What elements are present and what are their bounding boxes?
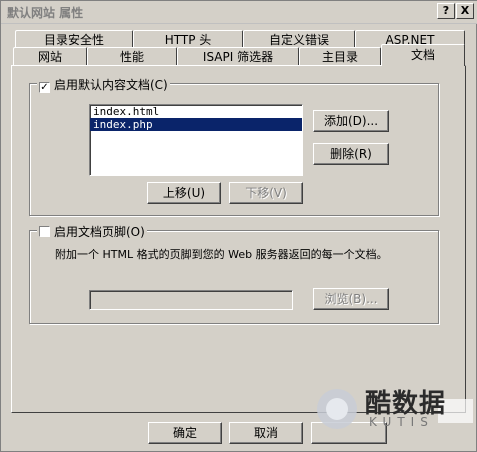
list-item[interactable]: index.html xyxy=(90,105,302,118)
tab-custom-errors[interactable]: 自定义错误 xyxy=(243,30,355,48)
tab-website[interactable]: 网站 xyxy=(13,47,87,65)
tab-isapi-filters[interactable]: ISAPI 筛选器 xyxy=(177,47,299,65)
footer-path-input[interactable] xyxy=(89,290,293,310)
footer-doc-checkbox[interactable] xyxy=(39,226,50,237)
default-doc-header: ✓ 启用默认内容文档(C) xyxy=(37,76,170,93)
default-doc-list[interactable]: index.html index.php xyxy=(89,104,303,176)
default-doc-label: 启用默认内容文档(C) xyxy=(54,78,168,92)
footer-doc-header: 启用文档页脚(O) xyxy=(37,223,147,240)
list-item-selected[interactable]: index.php xyxy=(90,118,302,131)
add-button[interactable]: 添加(D)... xyxy=(313,110,389,132)
window-title: 默认网站 属性 xyxy=(7,6,84,20)
title-bar: 默认网站 属性 ? X xyxy=(1,1,477,24)
tab-documents[interactable]: 文档 xyxy=(381,44,465,66)
remove-button[interactable]: 删除(R) xyxy=(313,143,389,165)
move-up-button[interactable]: 上移(U) xyxy=(147,182,221,204)
close-button[interactable]: X xyxy=(456,3,474,19)
footer-description: 附加一个 HTML 格式的页脚到您的 Web 服务器返回的每一个文档。 xyxy=(55,248,388,261)
watermark-logo: 酷数据 KUTIS xyxy=(313,379,473,437)
tab-home-directory[interactable]: 主目录 xyxy=(299,47,381,65)
default-doc-checkbox[interactable]: ✓ xyxy=(39,82,50,93)
tab-performance[interactable]: 性能 xyxy=(87,47,177,65)
help-button[interactable]: ? xyxy=(437,3,455,19)
ok-button[interactable]: 确定 xyxy=(148,422,222,444)
tab-http-headers[interactable]: HTTP 头 xyxy=(133,30,243,48)
properties-dialog: 默认网站 属性 ? X 目录安全性 HTTP 头 自定义错误 ASP.NET 网… xyxy=(0,0,477,452)
footer-doc-label: 启用文档页脚(O) xyxy=(54,225,145,239)
move-down-button[interactable]: 下移(V) xyxy=(229,182,303,204)
cancel-button[interactable]: 取消 xyxy=(229,422,303,444)
watermark-subtext: KUTIS xyxy=(369,415,434,429)
browse-button[interactable]: 浏览(B)... xyxy=(313,288,389,310)
tab-directory-security[interactable]: 目录安全性 xyxy=(15,30,133,48)
